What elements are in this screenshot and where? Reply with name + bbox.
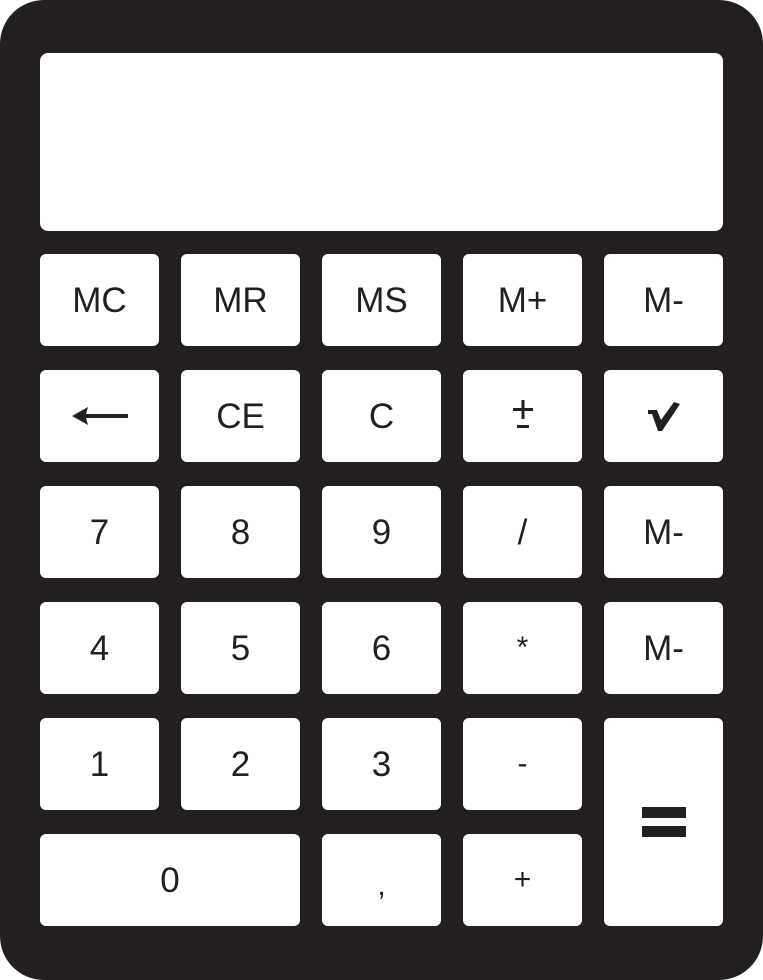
digit-2-button[interactable]: 2 <box>181 718 300 810</box>
key-label: 3 <box>371 744 392 784</box>
equals-button[interactable] <box>604 718 723 926</box>
key-label: 8 <box>230 512 251 552</box>
display-screen <box>40 53 723 231</box>
digit-6-button[interactable]: 6 <box>322 602 441 694</box>
equals-bar-bottom <box>642 826 686 837</box>
calculator-body: MC MR MS M+ M- CE C 7 8 9 / M- 4 5 6 * M… <box>0 0 763 980</box>
key-label: MS <box>355 280 408 320</box>
key-label: - <box>517 747 528 780</box>
digit-1-button[interactable]: 1 <box>40 718 159 810</box>
key-label: , <box>377 869 386 902</box>
memory-add-button[interactable]: M+ <box>463 254 582 346</box>
digit-8-button[interactable]: 8 <box>181 486 300 578</box>
check-mark-icon <box>647 402 680 431</box>
key-label: M+ <box>497 280 548 320</box>
digit-5-button[interactable]: 5 <box>181 602 300 694</box>
divide-button[interactable]: / <box>463 486 582 578</box>
memory-subtract-button[interactable]: M- <box>604 254 723 346</box>
plus-minus-button[interactable] <box>463 370 582 462</box>
multiply-button[interactable]: * <box>463 602 582 694</box>
key-label: + <box>513 863 532 896</box>
plus-button[interactable]: + <box>463 834 582 926</box>
backspace-button[interactable] <box>40 370 159 462</box>
key-label: 6 <box>371 628 392 668</box>
key-label: M- <box>643 628 684 668</box>
clear-button[interactable]: C <box>322 370 441 462</box>
key-label: 5 <box>230 628 251 668</box>
memory-clear-button[interactable]: MC <box>40 254 159 346</box>
key-label: CE <box>216 396 265 436</box>
digit-3-button[interactable]: 3 <box>322 718 441 810</box>
equals-icon <box>604 718 723 926</box>
key-label: M- <box>643 280 684 320</box>
key-label: 1 <box>89 744 110 784</box>
comma-button[interactable]: , <box>322 834 441 926</box>
key-label: 0 <box>160 860 180 900</box>
digit-4-button[interactable]: 4 <box>40 602 159 694</box>
key-label: * <box>516 631 529 664</box>
key-label: 2 <box>230 744 251 784</box>
memory-subtract-button-2[interactable]: M- <box>604 486 723 578</box>
memory-subtract-button-3[interactable]: M- <box>604 602 723 694</box>
backspace-arrow-icon <box>71 407 128 425</box>
digit-0-button[interactable]: 0 <box>40 834 300 926</box>
key-label: MC <box>72 280 127 320</box>
digit-7-button[interactable]: 7 <box>40 486 159 578</box>
memory-store-button[interactable]: MS <box>322 254 441 346</box>
clear-entry-button[interactable]: CE <box>181 370 300 462</box>
key-label: C <box>368 396 395 436</box>
equals-bar-top <box>642 807 686 818</box>
plus-minus-icon <box>512 400 533 428</box>
key-label: M- <box>643 512 684 552</box>
key-label: 7 <box>89 512 110 552</box>
key-label: 9 <box>371 512 392 552</box>
digit-9-button[interactable]: 9 <box>322 486 441 578</box>
key-label: 4 <box>89 628 110 668</box>
square-root-button[interactable] <box>604 370 723 462</box>
key-label: MR <box>213 280 268 320</box>
minus-button[interactable]: - <box>463 718 582 810</box>
key-label: / <box>517 512 528 552</box>
memory-recall-button[interactable]: MR <box>181 254 300 346</box>
